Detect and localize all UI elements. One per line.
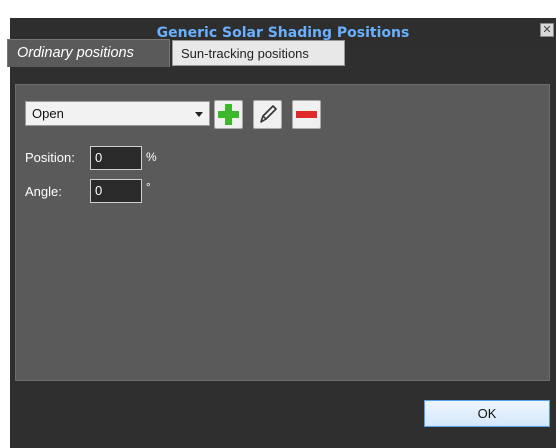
ordinary-positions-panel xyxy=(15,84,550,381)
tab-ordinary-positions[interactable]: Ordinary positions xyxy=(7,39,170,67)
position-input[interactable]: 0 xyxy=(90,146,142,170)
position-select-value: Open xyxy=(32,106,64,121)
close-icon: ✕ xyxy=(542,23,552,36)
ok-button[interactable]: OK xyxy=(424,400,550,427)
tab-sun-tracking-positions[interactable]: Sun-tracking positions xyxy=(172,40,345,66)
plus-icon xyxy=(218,104,239,125)
chevron-down-icon xyxy=(195,112,203,117)
angle-input[interactable]: 0 xyxy=(90,179,142,203)
add-position-button[interactable] xyxy=(214,100,243,129)
close-button[interactable]: ✕ xyxy=(540,23,554,37)
angle-label: Angle: xyxy=(25,184,62,199)
remove-position-button[interactable] xyxy=(292,100,321,129)
angle-unit: ° xyxy=(146,180,151,194)
minus-icon xyxy=(296,111,317,118)
position-unit: % xyxy=(146,150,157,164)
pencil-icon xyxy=(260,105,277,123)
edit-position-button[interactable] xyxy=(253,100,282,129)
position-label: Position: xyxy=(25,150,75,165)
position-select[interactable]: Open xyxy=(25,101,210,126)
